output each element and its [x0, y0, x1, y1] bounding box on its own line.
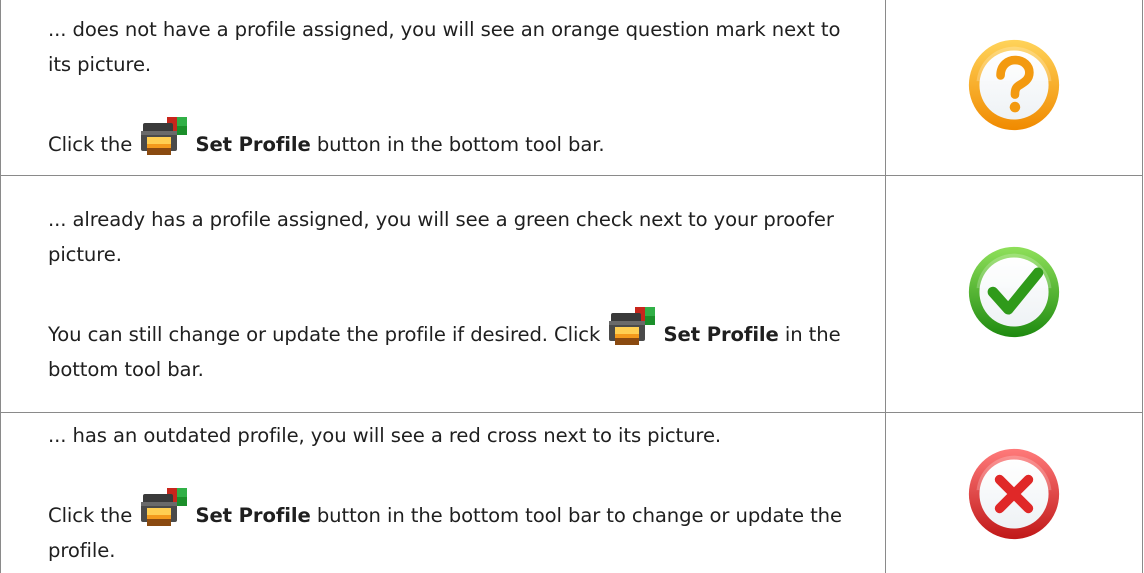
table-row: ... does not have a profile assigned, yo… — [1, 0, 1143, 176]
set-profile-icon — [141, 488, 187, 528]
row-instruction: Click the Set Profile button in the bott… — [48, 117, 857, 162]
row-text-cell: ... has an outdated profile, you will se… — [1, 413, 886, 573]
instruction-prefix: You can still change or update the profi… — [48, 323, 600, 346]
instruction-suffix: button in the bottom tool bar. — [311, 133, 605, 156]
row-description: ... has an outdated profile, you will se… — [48, 418, 857, 453]
row-description: ... already has a profile assigned, you … — [48, 202, 857, 272]
row-icon-cell — [886, 413, 1143, 573]
set-profile-label: Set Profile — [195, 133, 310, 156]
table-row: ... has an outdated profile, you will se… — [1, 413, 1143, 573]
row-instruction: Click the Set Profile button in the bott… — [48, 488, 857, 568]
set-profile-icon — [141, 117, 187, 157]
instruction-prefix: Click the — [48, 504, 132, 527]
row-icon-cell — [886, 0, 1143, 176]
instruction-prefix: Click the — [48, 133, 132, 156]
profile-status-table: ... does not have a profile assigned, yo… — [0, 0, 1143, 573]
row-text-cell: ... already has a profile assigned, you … — [1, 176, 886, 413]
table-row: ... already has a profile assigned, you … — [1, 176, 1143, 413]
row-text-cell: ... does not have a profile assigned, yo… — [1, 0, 886, 176]
row-icon-cell — [886, 176, 1143, 413]
set-profile-label: Set Profile — [664, 323, 779, 346]
row-description: ... does not have a profile assigned, yo… — [48, 12, 857, 82]
set-profile-icon — [609, 307, 655, 347]
orange-question-mark-icon — [966, 37, 1062, 133]
red-cross-icon — [966, 446, 1062, 542]
set-profile-label: Set Profile — [195, 504, 310, 527]
green-check-icon — [966, 244, 1062, 340]
row-instruction: You can still change or update the profi… — [48, 307, 857, 387]
